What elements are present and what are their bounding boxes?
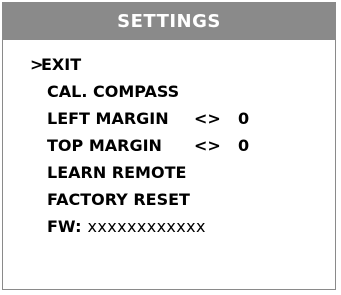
menu-item-learn-remote[interactable]: LEARN REMOTE: [3, 159, 335, 186]
page-title: SETTINGS: [117, 11, 221, 32]
firmware-label: FW:: [47, 217, 82, 236]
left-margin-value: 0: [238, 109, 250, 128]
top-margin-value: 0: [238, 136, 250, 155]
menu-item-factory-reset[interactable]: FACTORY RESET: [3, 186, 335, 213]
menu-item-label: FACTORY RESET: [47, 190, 190, 209]
menu-item-label: TOP MARGIN: [47, 136, 162, 155]
settings-panel: SETTINGS > EXIT CAL. COMPASS LEFT MARGIN…: [2, 2, 336, 290]
menu-item-exit[interactable]: > EXIT: [3, 51, 335, 78]
firmware-info: FW: xxxxxxxxxxxx: [47, 217, 206, 236]
menu-item-cal-compass[interactable]: CAL. COMPASS: [3, 78, 335, 105]
adjust-arrows[interactable]: <>: [194, 109, 221, 128]
adjust-arrows[interactable]: <>: [194, 136, 221, 155]
firmware-row: FW: xxxxxxxxxxxx: [3, 213, 335, 240]
title-bar: SETTINGS: [3, 3, 335, 43]
menu-item-label: LEFT MARGIN: [47, 109, 169, 128]
menu-item-left-margin[interactable]: LEFT MARGIN <> 0: [3, 105, 335, 132]
menu-item-label: LEARN REMOTE: [47, 163, 187, 182]
menu-item-top-margin[interactable]: TOP MARGIN <> 0: [3, 132, 335, 159]
menu-item-label: EXIT: [41, 55, 82, 74]
settings-menu: > EXIT CAL. COMPASS LEFT MARGIN <> 0 TOP…: [3, 51, 335, 240]
menu-item-label: CAL. COMPASS: [47, 82, 180, 101]
firmware-version: xxxxxxxxxxxx: [87, 217, 206, 236]
